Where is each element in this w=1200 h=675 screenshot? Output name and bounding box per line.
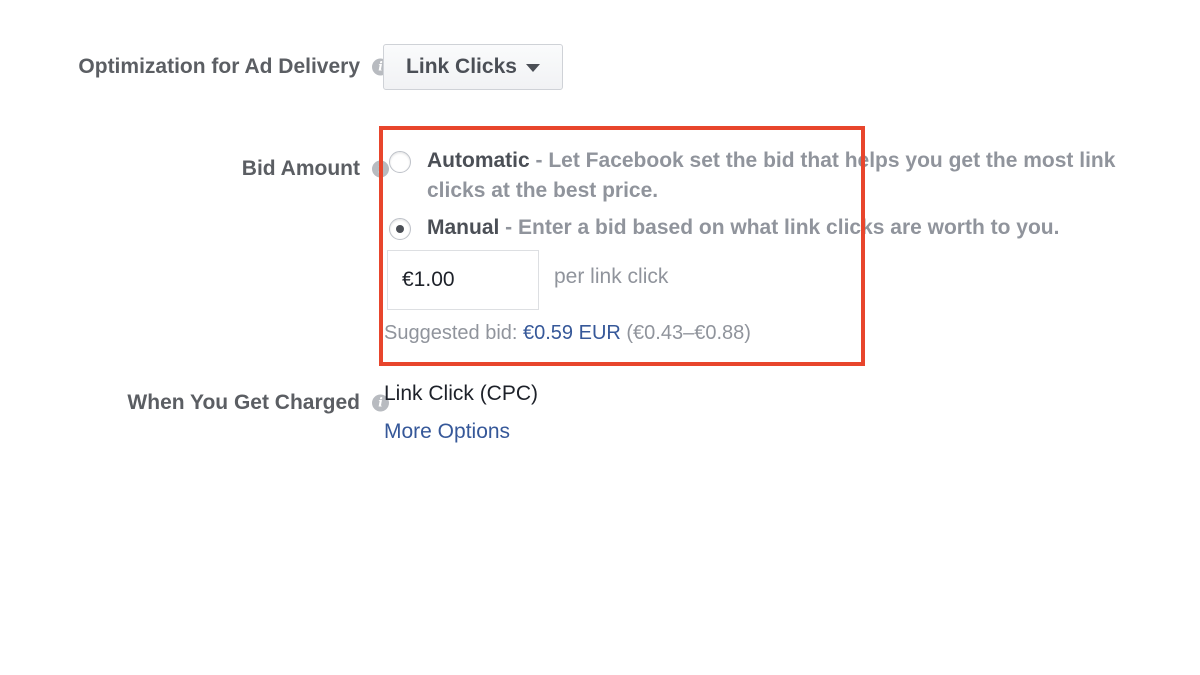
- automatic-option-description: - Let Facebook set the bid that helps yo…: [427, 149, 1116, 202]
- per-link-click-label: per link click: [554, 265, 669, 288]
- bid-amount-input[interactable]: [387, 250, 539, 310]
- optimization-dropdown-value: Link Clicks: [406, 55, 517, 78]
- manual-radio[interactable]: [389, 218, 411, 240]
- bid-amount-label: Bid Amount i: [242, 157, 389, 181]
- suggested-bid: Suggested bid: €0.59 EUR (€0.43–€0.88): [384, 322, 751, 345]
- manual-option-text[interactable]: Manual - Enter a bid based on what link …: [427, 213, 1167, 243]
- suggested-bid-range: (€0.43–€0.88): [620, 322, 751, 344]
- info-icon[interactable]: i: [372, 160, 389, 178]
- charged-value: Link Click (CPC): [384, 382, 539, 405]
- optimization-label: Optimization for Ad Delivery i: [78, 55, 389, 79]
- more-options-link[interactable]: More Options: [384, 420, 510, 444]
- suggested-bid-prefix: Suggested bid:: [384, 322, 523, 344]
- automatic-option-title: Automatic: [427, 149, 530, 172]
- ad-set-bidding-panel: Optimization for Ad Delivery i Link Clic…: [0, 0, 1200, 675]
- charged-label: When You Get Charged i: [127, 391, 389, 415]
- caret-down-icon: [525, 64, 540, 72]
- manual-option-title: Manual: [427, 216, 500, 239]
- radio-selected-dot: [396, 225, 404, 233]
- automatic-radio[interactable]: [389, 151, 411, 173]
- manual-option-description: - Enter a bid based on what link clicks …: [499, 216, 1060, 239]
- automatic-option-text[interactable]: Automatic - Let Facebook set the bid tha…: [427, 146, 1147, 206]
- optimization-dropdown[interactable]: Link Clicks: [383, 44, 563, 90]
- suggested-bid-amount: €0.59 EUR: [523, 322, 621, 344]
